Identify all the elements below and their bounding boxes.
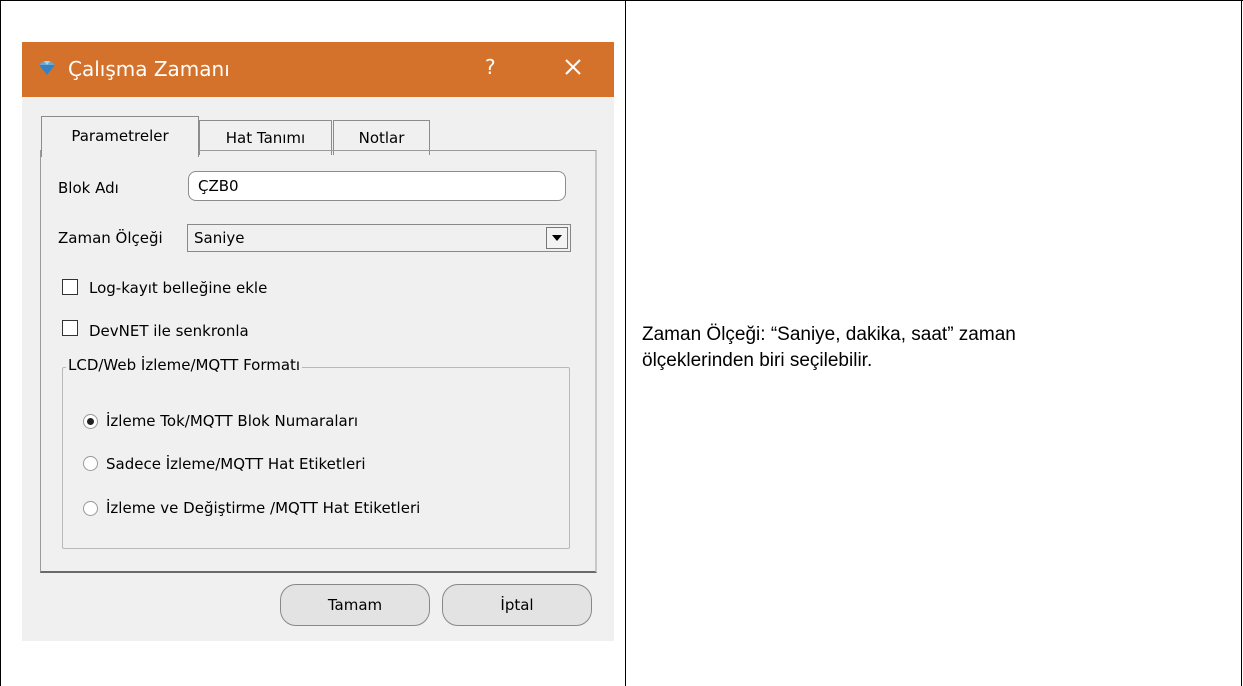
format-group-title: LCD/Web İzleme/MQTT Formatı bbox=[66, 356, 303, 374]
time-scale-select[interactable]: Saniye bbox=[187, 224, 571, 252]
table-border-top bbox=[0, 0, 1243, 1]
tab-label: Hat Tanımı bbox=[225, 129, 306, 147]
radio-monitor-change-tags-label: İzleme ve Değiştirme /MQTT Hat Etiketler… bbox=[106, 499, 421, 517]
dialog-title: Çalışma Zamanı bbox=[68, 57, 230, 81]
tab-label: Parametreler bbox=[71, 127, 169, 145]
table-border-right bbox=[1241, 0, 1242, 686]
help-button[interactable]: ? bbox=[485, 55, 496, 79]
radio-monitor-change-tags[interactable] bbox=[83, 501, 98, 516]
log-checkbox[interactable] bbox=[62, 279, 78, 295]
devnet-checkbox-label: DevNET ile senkronla bbox=[89, 322, 249, 340]
radio-block-numbers-label: İzleme Tok/MQTT Blok Numaraları bbox=[106, 412, 359, 430]
dropdown-arrow-icon bbox=[552, 235, 562, 241]
dropdown-button[interactable] bbox=[546, 227, 568, 249]
app-icon bbox=[39, 61, 55, 75]
table-column-divider bbox=[625, 0, 626, 686]
radio-monitor-tags[interactable] bbox=[83, 456, 98, 471]
radio-block-numbers[interactable] bbox=[83, 414, 98, 429]
block-name-input[interactable]: ÇZB0 bbox=[188, 171, 566, 201]
description-line-1: Zaman Ölçeği: “Saniye, dakika, saat” zam… bbox=[642, 324, 1016, 345]
close-icon[interactable] bbox=[556, 50, 590, 84]
time-scale-label: Zaman Ölçeği bbox=[58, 229, 163, 247]
time-scale-value: Saniye bbox=[194, 229, 245, 247]
block-name-label: Blok Adı bbox=[58, 179, 119, 197]
radio-selected-dot bbox=[87, 418, 94, 425]
description: Zaman Ölçeği: “Saniye, dakika, saat” zam… bbox=[642, 322, 1202, 374]
log-checkbox-label: Log-kayıt belleğine ekle bbox=[89, 279, 268, 297]
description-line-2: ölçeklerinden biri seçilebilir. bbox=[642, 350, 873, 371]
tab-label: Notlar bbox=[358, 129, 405, 147]
dialog-titlebar: Çalışma Zamanı ? bbox=[22, 42, 614, 97]
runtime-dialog: Çalışma Zamanı ? Parametreler Hat Tanımı… bbox=[22, 42, 614, 641]
tab-parametreler[interactable]: Parametreler bbox=[41, 116, 199, 157]
cancel-button[interactable]: İptal bbox=[442, 584, 592, 626]
devnet-checkbox[interactable] bbox=[62, 320, 78, 336]
radio-monitor-tags-label: Sadece İzleme/MQTT Hat Etiketleri bbox=[106, 455, 366, 473]
ok-button[interactable]: Tamam bbox=[280, 584, 430, 626]
table-border-left bbox=[0, 0, 1, 686]
